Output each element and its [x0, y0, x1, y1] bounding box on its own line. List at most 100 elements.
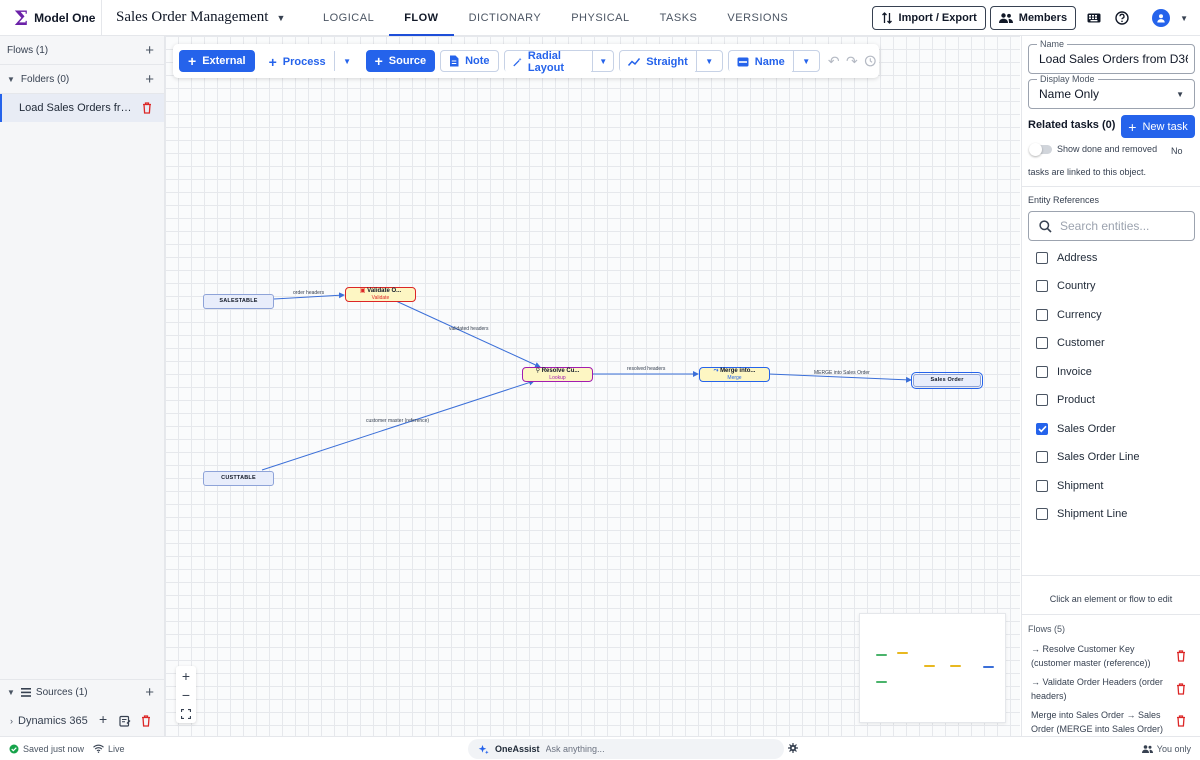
process-dropdown-button[interactable]: ▼ — [333, 51, 360, 71]
add-external-button[interactable]: + External — [179, 50, 255, 72]
minimap[interactable] — [859, 613, 1006, 723]
chevron-right-icon[interactable]: › — [10, 716, 13, 726]
entity-country[interactable]: Country — [1036, 277, 1096, 295]
add-source-icon[interactable]: + — [145, 685, 154, 700]
checkbox-icon[interactable] — [1036, 252, 1048, 264]
tab-tasks[interactable]: TASKS — [645, 0, 713, 36]
flow-list-item[interactable]: → Resolve Customer Key (customer master … — [1031, 642, 1171, 670]
sidebar-source-item[interactable]: › Dynamics 365 + — [0, 709, 164, 733]
node-merge-into-sales-order[interactable]: ⤳ Merge into... Merge — [699, 367, 770, 382]
add-source-button[interactable]: + Source — [365, 50, 436, 72]
entity-customer[interactable]: Customer — [1036, 334, 1105, 352]
live-status: Live — [93, 744, 125, 754]
checkbox-icon[interactable] — [1036, 451, 1048, 463]
checkbox-icon[interactable] — [1036, 280, 1048, 292]
label-mode-group: Name ▼ — [727, 50, 820, 73]
edge-customer-master[interactable] — [261, 379, 535, 471]
assistant-bar[interactable]: OneAssist — [468, 739, 784, 759]
entity-currency[interactable]: Currency — [1036, 306, 1102, 324]
members-button[interactable]: Members — [989, 6, 1077, 30]
app-logo[interactable]: Σ Model One — [0, 0, 102, 36]
entity-search-input[interactable] — [1060, 219, 1180, 233]
checkbox-checked-icon[interactable] — [1036, 423, 1048, 435]
edge-validated-headers[interactable] — [395, 300, 541, 368]
flow-list-item[interactable]: Merge into Sales Order → Sales Order (ME… — [1031, 708, 1171, 736]
node-salestable[interactable]: SALESTABLE — [203, 294, 274, 309]
layout-dropdown-button[interactable]: ▼ — [592, 51, 613, 71]
project-selector[interactable]: Sales Order Management ▼ — [102, 9, 302, 26]
delete-source-icon[interactable] — [141, 715, 151, 727]
checkbox-icon[interactable] — [1036, 480, 1048, 492]
redo-icon[interactable]: ↷ — [843, 50, 861, 72]
checkbox-icon[interactable] — [1036, 366, 1048, 378]
checkbox-icon[interactable] — [1036, 508, 1048, 520]
visibility-status[interactable]: You only — [1141, 744, 1191, 754]
flow-list-item[interactable]: → Validate Order Headers (order headers) — [1031, 675, 1171, 703]
settings-gear-icon[interactable] — [788, 743, 798, 755]
delete-flow-icon[interactable] — [142, 102, 152, 114]
assistant-input[interactable] — [545, 744, 746, 754]
keyboard-shortcuts-button[interactable] — [1082, 6, 1106, 30]
name-field[interactable]: Name Load Sales Orders from D365 — [1028, 39, 1195, 74]
tab-logical[interactable]: LOGICAL — [308, 0, 389, 36]
new-task-button[interactable]: + New task — [1121, 115, 1195, 138]
entity-address[interactable]: Address — [1036, 249, 1097, 267]
delete-flow-icon[interactable] — [1176, 650, 1186, 662]
chevron-down-icon: ▼ — [343, 56, 352, 66]
radial-layout-button[interactable]: Radial Layout — [504, 50, 593, 74]
undo-icon[interactable]: ↶ — [825, 50, 843, 72]
entity-product[interactable]: Product — [1036, 391, 1095, 409]
label-mode-button[interactable]: Name — [728, 51, 793, 73]
node-custtable[interactable]: CUSTTABLE — [203, 471, 274, 486]
entity-search[interactable] — [1028, 211, 1195, 241]
entity-invoice[interactable]: Invoice — [1036, 363, 1092, 381]
sidebar-flow-item[interactable]: Load Sales Orders from D365 — [0, 94, 164, 122]
chevron-down-icon[interactable]: ▼ — [1180, 14, 1188, 23]
fit-view-icon[interactable] — [176, 704, 196, 723]
add-flow-icon[interactable]: + — [145, 43, 154, 58]
import-export-button[interactable]: Import / Export — [871, 6, 986, 30]
tab-dictionary[interactable]: DICTIONARY — [454, 0, 557, 36]
tab-versions[interactable]: VERSIONS — [712, 0, 803, 36]
edit-note-icon[interactable] — [119, 715, 131, 730]
add-folder-icon[interactable]: + — [145, 72, 154, 87]
edge-label-validated-headers: validated headers — [449, 326, 489, 332]
entity-shipment-line[interactable]: Shipment Line — [1036, 505, 1127, 523]
linked-tasks-text: tasks are linked to this object. — [1028, 167, 1147, 177]
sources-section-header[interactable]: ▼ Sources (1) + — [0, 679, 164, 705]
divider — [1022, 614, 1200, 615]
add-note-button[interactable]: Note — [440, 50, 499, 72]
show-done-toggle[interactable] — [1029, 143, 1052, 156]
node-validate-order-headers[interactable]: ▣ Validate O... Validate — [345, 287, 416, 302]
edge-style-label: Straight — [646, 56, 688, 68]
zoom-in-icon[interactable]: + — [176, 666, 196, 685]
people-icon — [998, 13, 1013, 23]
user-avatar[interactable] — [1152, 9, 1171, 27]
delete-flow-icon[interactable] — [1176, 715, 1186, 727]
add-table-icon[interactable]: + — [99, 712, 107, 726]
checkbox-icon[interactable] — [1036, 309, 1048, 321]
edge-style-button[interactable]: Straight — [620, 51, 696, 73]
delete-flow-icon[interactable] — [1176, 683, 1186, 695]
checkbox-icon[interactable] — [1036, 394, 1048, 406]
checkbox-icon[interactable] — [1036, 337, 1048, 349]
person-icon — [1157, 14, 1165, 23]
zoom-out-icon[interactable]: − — [176, 685, 196, 704]
help-button[interactable] — [1110, 6, 1134, 30]
flow-canvas[interactable]: order headers validated headers resolved… — [165, 36, 1020, 736]
entity-shipment[interactable]: Shipment — [1036, 477, 1103, 495]
add-process-button[interactable]: + Process — [260, 51, 334, 73]
edge-style-dropdown-button[interactable]: ▼ — [695, 51, 722, 71]
node-resolve-customer-key[interactable]: ⚲ Resolve Cu... Lookup — [522, 367, 593, 382]
label-mode-dropdown-button[interactable]: ▼ — [792, 51, 819, 71]
node-sales-order[interactable]: Sales Order — [911, 372, 983, 389]
tab-physical[interactable]: PHYSICAL — [556, 0, 644, 36]
entity-sales-order[interactable]: Sales Order — [1036, 420, 1116, 438]
node-subtitle: Validate — [371, 295, 390, 302]
history-icon[interactable] — [861, 50, 879, 72]
sort-arrows-icon — [881, 12, 892, 24]
folders-section-header[interactable]: ▼ Folders (0) + — [0, 65, 164, 94]
entity-sales-order-line[interactable]: Sales Order Line — [1036, 448, 1140, 466]
display-mode-select[interactable]: Display Mode Name Only ▼ — [1028, 74, 1195, 109]
tab-flow[interactable]: FLOW — [389, 0, 454, 36]
